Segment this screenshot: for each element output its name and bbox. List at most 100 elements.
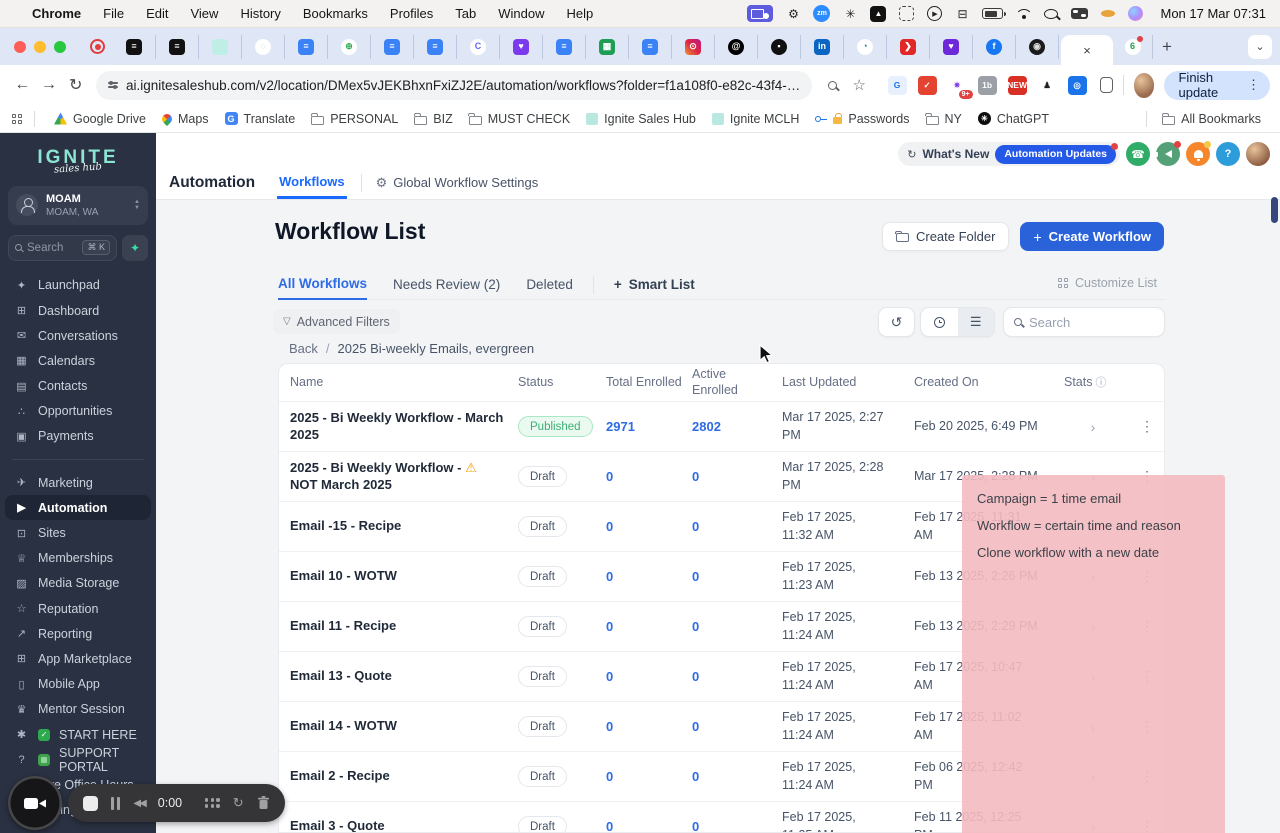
pinned-tab[interactable]: in bbox=[801, 34, 844, 59]
pinned-tab[interactable]: ⊕ bbox=[328, 34, 371, 59]
total-enrolled-link[interactable]: 0 bbox=[606, 519, 692, 534]
row-menu-kebab-icon[interactable]: ⋮ bbox=[1122, 418, 1164, 435]
person-ext-icon[interactable]: ♟ bbox=[1038, 76, 1057, 95]
play-circle-icon[interactable]: ▶ bbox=[927, 6, 943, 21]
pinned-tab[interactable]: ♥ bbox=[930, 34, 973, 59]
pinned-tab[interactable]: C bbox=[457, 34, 500, 59]
automation-updates-badge[interactable]: Automation Updates bbox=[995, 142, 1118, 164]
sidebar-search-input[interactable]: Search ⌘ K bbox=[8, 234, 117, 261]
active-enrolled-link[interactable]: 2802 bbox=[692, 419, 782, 434]
battery-icon[interactable] bbox=[982, 8, 1007, 19]
pinned-tab[interactable] bbox=[199, 34, 242, 59]
menubar-item[interactable]: Tab bbox=[455, 6, 476, 21]
todoist-ext-icon[interactable]: ✓ bbox=[917, 75, 937, 95]
total-enrolled-link[interactable]: 0 bbox=[606, 469, 692, 484]
total-enrolled-link[interactable]: 0 bbox=[606, 819, 692, 832]
back-button[interactable]: ← bbox=[10, 70, 35, 100]
list-tab[interactable]: Needs Review (2) bbox=[393, 270, 500, 300]
black-app-icon[interactable]: ▲ bbox=[870, 5, 887, 22]
create-folder-button[interactable]: Create Folder bbox=[881, 222, 1010, 251]
new-ext-icon[interactable]: NEW bbox=[1007, 75, 1027, 95]
bookmark-ignite-mclh[interactable]: Ignite MCLH bbox=[705, 109, 806, 129]
breadcrumb-back-link[interactable]: Back bbox=[289, 341, 318, 356]
active-tab[interactable]: × bbox=[1061, 35, 1113, 65]
delete-recording-icon[interactable] bbox=[257, 796, 270, 810]
announcements-button[interactable] bbox=[1154, 141, 1181, 166]
menubar-item[interactable]: Profiles bbox=[390, 6, 433, 21]
fullscreen-window-button[interactable] bbox=[54, 40, 66, 53]
blue-circle-ext-icon[interactable]: ◎ bbox=[1067, 75, 1087, 95]
screen-mirroring-icon[interactable] bbox=[747, 5, 774, 22]
pinned-tab[interactable]: ≡ bbox=[285, 34, 328, 59]
bookmark-translate[interactable]: G Translate bbox=[218, 109, 303, 129]
pinned-tab[interactable]: ≡ bbox=[156, 34, 199, 59]
update-menu-kebab-icon[interactable]: ⋮ bbox=[1247, 77, 1260, 93]
forward-button[interactable]: → bbox=[37, 70, 62, 100]
user-avatar[interactable] bbox=[1246, 142, 1270, 166]
sidebar-item-automation[interactable]: ▶ Automation bbox=[5, 495, 151, 521]
advanced-filters-button[interactable]: ▽ Advanced Filters bbox=[273, 309, 400, 334]
camera-bubble-button[interactable] bbox=[8, 776, 62, 830]
sidebar-item-memberships[interactable]: ♕ Memberships bbox=[0, 546, 156, 571]
zoom-app-icon[interactable]: zm bbox=[813, 5, 831, 22]
active-enrolled-link[interactable]: 0 bbox=[692, 769, 782, 784]
menubar-item[interactable]: Window bbox=[498, 6, 544, 21]
sticky-note[interactable]: Campaign = 1 time email Workflow = certa… bbox=[962, 475, 1225, 833]
table-row[interactable]: 2025 - Bi Weekly Workflow - March 2025 P… bbox=[279, 402, 1164, 452]
scrollbar-thumb[interactable] bbox=[1271, 197, 1278, 223]
list-tab[interactable]: All Workflows bbox=[278, 270, 368, 300]
address-bar[interactable]: ai.ignitesaleshub.com/v2/location/DMex5v… bbox=[96, 70, 813, 100]
list-view-toggle[interactable]: ☰ bbox=[957, 308, 994, 336]
customize-list-button[interactable]: Customize List bbox=[1058, 276, 1157, 290]
bookmark-google-drive[interactable]: Google Drive bbox=[47, 109, 153, 129]
pinned-tab[interactable]: ▪ bbox=[758, 34, 801, 59]
profile-avatar[interactable] bbox=[1133, 72, 1155, 98]
close-tab-icon[interactable]: × bbox=[1083, 43, 1091, 58]
active-enrolled-link[interactable]: 0 bbox=[692, 819, 782, 832]
pinned-tab[interactable]: ≡ bbox=[629, 34, 672, 59]
bookmark-folder-personal[interactable]: PERSONAL bbox=[304, 109, 405, 129]
notification-dot-icon[interactable] bbox=[1101, 10, 1116, 17]
sidebar-item-mobile-app[interactable]: ▯ Mobile App bbox=[0, 672, 156, 697]
menubar-item[interactable]: History bbox=[240, 6, 280, 21]
sidebar-item-support-portal[interactable]: ? SUPPORT PORTAL bbox=[0, 746, 156, 774]
spotlight-icon[interactable] bbox=[1044, 8, 1059, 19]
bookmark-ignite-sales-hub[interactable]: Ignite Sales Hub bbox=[579, 109, 703, 129]
notifications-button[interactable] bbox=[1186, 141, 1211, 166]
bookmark-folder-ny[interactable]: NY bbox=[919, 109, 969, 129]
total-enrolled-link[interactable]: 0 bbox=[606, 619, 692, 634]
sidebar-item-launchpad[interactable]: ✦ Launchpad bbox=[0, 273, 156, 298]
site-settings-icon[interactable] bbox=[108, 81, 119, 89]
tab-search-chevron-icon[interactable]: ⌄ bbox=[1248, 34, 1272, 59]
total-enrolled-link[interactable]: 0 bbox=[606, 769, 692, 784]
stage-manager-icon[interactable]: ⚙ bbox=[786, 6, 800, 22]
whats-new-button[interactable]: ↻ What's New Automation Updates bbox=[898, 142, 1120, 166]
bookmark-passwords[interactable]: Passwords bbox=[808, 109, 916, 129]
pinned-tab[interactable]: ◉ bbox=[1016, 34, 1059, 59]
active-enrolled-link[interactable]: 0 bbox=[692, 719, 782, 734]
pinned-tab[interactable]: ≡ bbox=[113, 34, 156, 59]
pinned-tab[interactable]: ❯ bbox=[887, 34, 930, 59]
active-enrolled-link[interactable]: 0 bbox=[692, 569, 782, 584]
sidebar-item-media-storage[interactable]: ▨ Media Storage bbox=[0, 571, 156, 596]
bookmark-maps[interactable]: Maps bbox=[155, 109, 216, 129]
url-text[interactable]: ai.ignitesaleshub.com/v2/location/DMex5v… bbox=[126, 78, 800, 93]
info-icon[interactable]: ⓘ bbox=[1096, 377, 1107, 391]
bookmark-folder-must-check[interactable]: MUST CHECK bbox=[462, 109, 577, 129]
sidebar-item-reputation[interactable]: ☆ Reputation bbox=[0, 596, 156, 621]
menubar-item[interactable]: Bookmarks bbox=[303, 6, 368, 21]
sidebar-item-calendars[interactable]: ▦ Calendars bbox=[0, 348, 156, 373]
smart-list-button[interactable]: + Smart List bbox=[614, 277, 695, 292]
extensions-puzzle-icon[interactable] bbox=[1099, 77, 1114, 93]
menubar-item[interactable]: Edit bbox=[146, 6, 168, 21]
pinned-tab[interactable]: ◔ bbox=[844, 34, 887, 59]
sidebar-item-mentor-session[interactable]: ♛ Mentor Session bbox=[0, 697, 156, 722]
pinned-tab[interactable]: ▦ bbox=[586, 34, 629, 59]
control-center-icon[interactable] bbox=[1071, 8, 1089, 19]
siri-icon[interactable] bbox=[1128, 6, 1144, 21]
pinned-tab[interactable]: ≡ bbox=[371, 34, 414, 59]
screenshot-app-icon[interactable] bbox=[899, 6, 915, 21]
notification-tab[interactable]: 6 bbox=[1113, 34, 1153, 59]
restart-recording-icon[interactable]: ◀◀ bbox=[133, 798, 146, 809]
all-bookmarks[interactable]: All Bookmarks bbox=[1144, 109, 1268, 129]
